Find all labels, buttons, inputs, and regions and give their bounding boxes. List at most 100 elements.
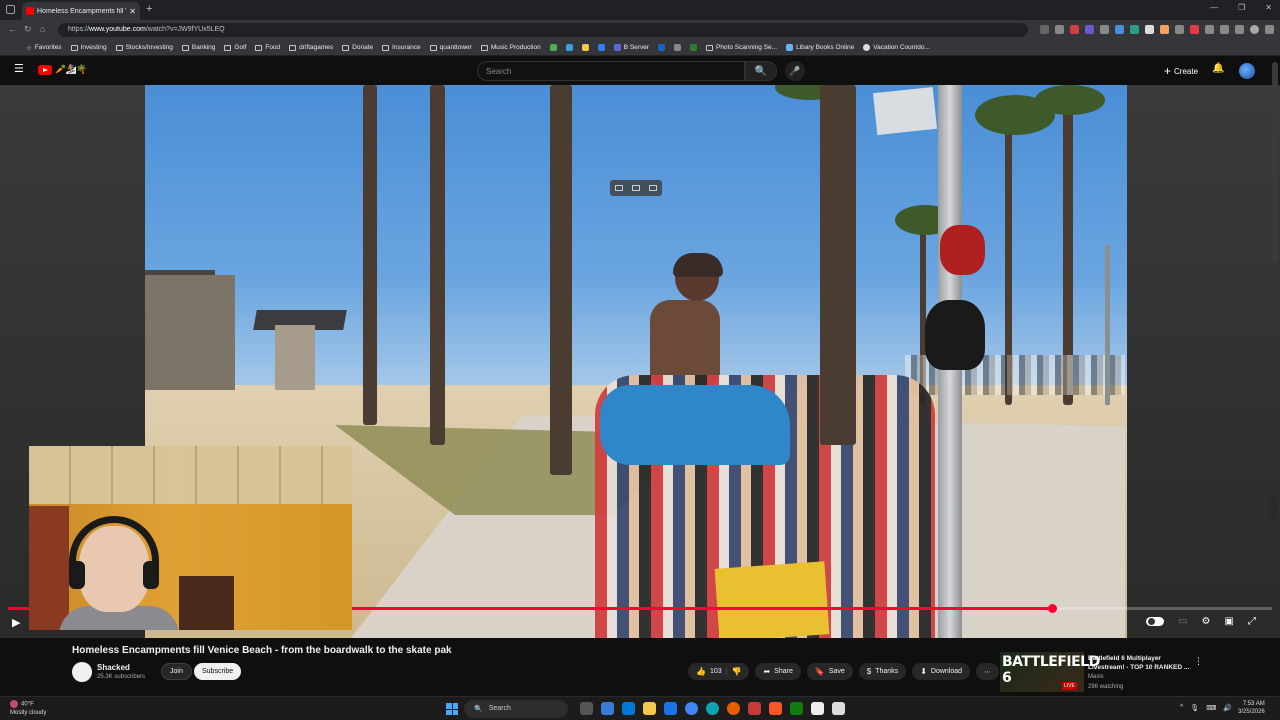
chrome-icon[interactable] [685,702,698,715]
bookmark-icon[interactable] [597,44,605,51]
extension-icon[interactable] [1100,25,1109,34]
network-icon[interactable]: ⌨ [1206,704,1216,712]
play-icon[interactable]: ▶ [12,616,20,629]
edge-sidebar-toggle[interactable] [1268,496,1277,520]
extension-icon[interactable] [1130,25,1139,34]
extension-icon[interactable] [1205,25,1214,34]
app-icon[interactable] [664,702,677,715]
bookmark-folder[interactable]: Investing [70,44,107,51]
notifications-icon[interactable]: 🔔 [1212,63,1224,74]
extension-icon[interactable] [1145,25,1154,34]
more-actions-button[interactable]: ⋯ [976,663,1000,680]
extension-icon[interactable] [1070,25,1079,34]
bookmark-folder[interactable]: driftagames [289,44,333,51]
join-button[interactable]: Join [161,663,192,680]
more-icon[interactable] [1265,25,1274,34]
captions-icon[interactable]: ▭ [1178,616,1187,627]
app-icon[interactable] [748,702,761,715]
brave-icon[interactable] [769,702,782,715]
task-view-icon[interactable] [580,702,593,715]
bookmark-library-books[interactable]: Libary Books Online [786,44,854,51]
start-button[interactable] [446,703,458,715]
voice-search-button[interactable]: 🎤 [785,61,805,81]
settings-icon[interactable] [1220,25,1229,34]
screenshot-icon[interactable] [631,185,640,191]
thumbs-down-icon[interactable]: 👎 [731,667,741,676]
youtube-logo-icon[interactable] [38,65,52,75]
bookmark-folder[interactable]: quanttower [429,44,472,51]
share-button[interactable]: ➦ Share [755,663,801,680]
star-icon[interactable] [1055,25,1064,34]
extension-icon[interactable] [1175,25,1184,34]
bookmark-folder[interactable]: Stocks/Investing [115,44,173,51]
volume-icon[interactable]: 🔊 [1223,704,1232,712]
browser-tab[interactable]: Homeless Encampments fill Ve ✕ [22,2,140,20]
logo-doodle[interactable]: 🥕🏂🌴 [55,64,88,75]
edge-icon[interactable] [706,702,719,715]
bookmark-folder[interactable]: Donate [342,44,373,51]
like-button[interactable]: 👍 103 | 👎 [688,663,750,680]
extension-icon[interactable] [1160,25,1169,34]
favorites-icon[interactable] [1235,25,1244,34]
weather-widget[interactable]: 40°F Mostly cloudy [10,700,46,717]
home-icon[interactable]: ⌂ [40,24,45,34]
recommended-video[interactable]: BATTLEFIELD 6 LIVE Battlefield 6 Multipl… [1000,652,1200,692]
extension-icon[interactable] [1085,25,1094,34]
bookmark-icon[interactable] [673,44,681,51]
workspaces-icon[interactable] [6,5,15,14]
autoplay-toggle[interactable] [1146,617,1164,626]
bookmark-icon[interactable] [581,44,589,51]
search-button[interactable]: 🔍 [745,61,777,81]
app-icon[interactable] [622,702,635,715]
account-avatar[interactable] [1239,63,1255,79]
save-button[interactable]: 🔖 Save [806,663,853,680]
bookmark-folder[interactable]: Banking [181,44,215,51]
bookmark-icon[interactable] [689,44,697,51]
extension-icon[interactable] [1190,25,1199,34]
bookmark-vacation-countdown[interactable]: Vacation Countdo... [863,44,930,51]
recommended-thumbnail[interactable]: BATTLEFIELD 6 LIVE [1000,652,1100,692]
page-scrollbar[interactable] [1272,62,1278,262]
close-tab-icon[interactable]: ✕ [129,7,136,16]
app-icon[interactable] [811,702,824,715]
menu-icon[interactable]: ☰ [14,64,25,75]
more-vert-icon[interactable]: ⋮ [1194,656,1203,667]
search-input[interactable]: Search [477,61,745,81]
clock[interactable]: 7:53 AM 3/25/2026 [1238,700,1265,716]
maximize-icon[interactable]: ❐ [1238,3,1245,12]
subscribe-button[interactable]: Subscribe [194,663,242,680]
bookmark-photo-scanning[interactable]: Photo Scanning Se... [705,44,777,51]
microphone-icon[interactable]: 🎙 [1190,704,1199,712]
download-button[interactable]: ⬇ Download [912,663,971,680]
xbox-icon[interactable] [790,702,803,715]
theater-mode-icon[interactable]: ▣ [1224,616,1233,627]
thanks-button[interactable]: $ Thanks [858,663,907,680]
bookmark-icon[interactable] [657,44,665,51]
overlay-settings-icon[interactable] [649,185,658,191]
minimize-icon[interactable]: — [1210,3,1218,12]
recommended-title[interactable]: Battlefield 6 Multiplayer Livestream! - … [1088,654,1198,672]
profile-icon[interactable] [1250,25,1259,34]
back-icon[interactable]: ← [8,24,17,34]
bookmark-b-server[interactable]: B Server [613,44,649,51]
bookmark-icon[interactable] [549,44,557,51]
extension-icon[interactable] [1115,25,1124,34]
create-button[interactable]: + Create [1158,63,1204,79]
firefox-icon[interactable] [727,702,740,715]
extension-icon[interactable] [1040,25,1049,34]
recommended-channel[interactable]: Maxis [1088,674,1104,680]
fullscreen-icon[interactable]: ⤢ [1248,616,1256,627]
refresh-icon[interactable]: ↻ [24,24,32,35]
bookmark-icon[interactable] [565,44,573,51]
progress-scrubber[interactable] [1048,604,1058,613]
new-tab-icon[interactable]: + [146,3,152,15]
pip-icon[interactable] [614,185,623,191]
settings-icon[interactable]: ⚙ [1201,616,1210,627]
app-icon[interactable] [832,702,845,715]
bookmark-folder[interactable]: Music Production [480,44,541,51]
bookmark-favorites[interactable]: ☆ Favorites [26,44,62,52]
chevron-up-icon[interactable]: ^ [1180,704,1183,712]
channel-name[interactable]: Shacked [97,663,130,672]
bookmark-folder[interactable]: Golf [224,44,246,51]
url-input[interactable]: https://www.youtube.com/watch?v=JW9fYUx5… [58,23,1028,37]
